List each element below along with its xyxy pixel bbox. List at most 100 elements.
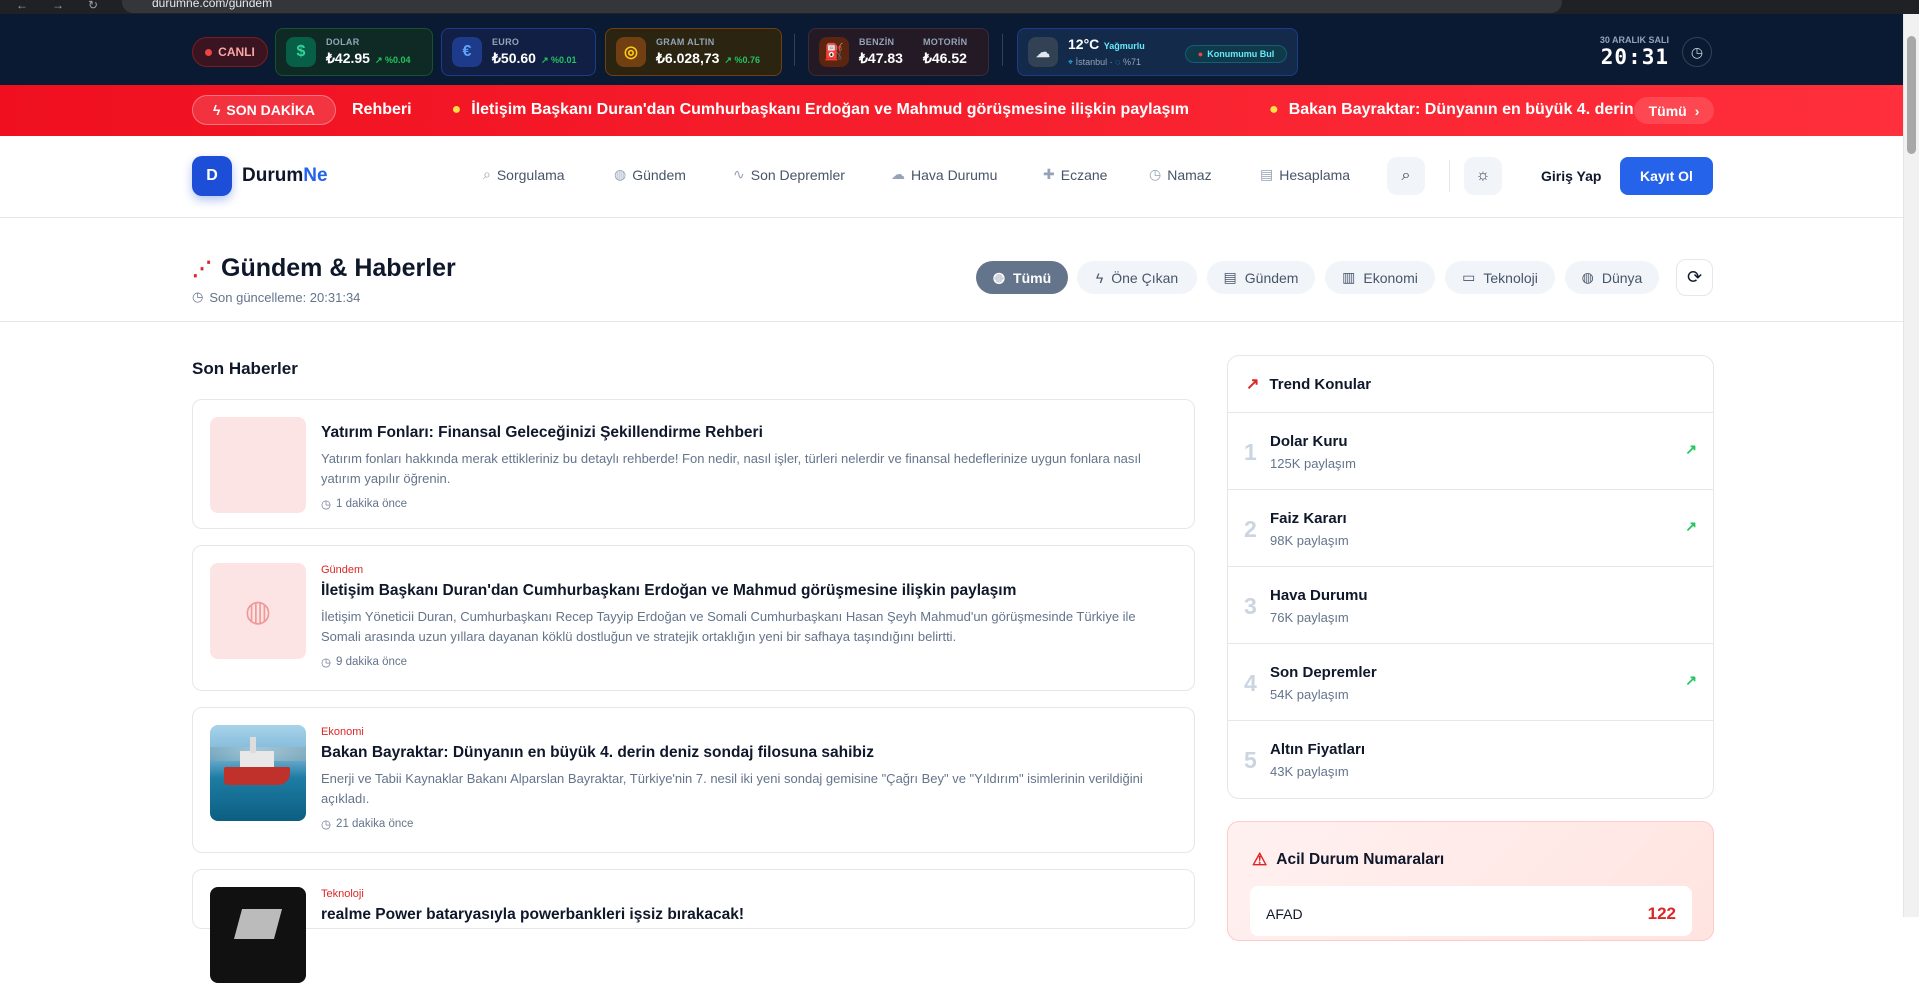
filter-label: Ekonomi [1363, 269, 1418, 286]
bullet-icon: ● [451, 101, 462, 118]
filter-label: Teknoloji [1483, 269, 1538, 286]
nav-label: Namaz [1167, 166, 1212, 183]
trend-name: Hava Durumu [1270, 587, 1368, 604]
live-label: CANLI [218, 45, 255, 59]
euro-card[interactable]: € EURO ₺50.60 ↗ %0.01 [441, 28, 596, 76]
refresh-button[interactable]: ⟳ [1676, 259, 1713, 296]
filter-ekonomi[interactable]: ▥ Ekonomi [1325, 261, 1435, 294]
filter-label: Öne Çıkan [1111, 269, 1179, 286]
weather-condition: Yağmurlu [1103, 41, 1145, 51]
address-text[interactable]: durumne.com/gundem [152, 0, 272, 10]
signup-button[interactable]: Kayıt Ol [1620, 157, 1713, 195]
locate-me-button[interactable]: ● Konumumu Bul [1185, 45, 1287, 63]
motorin-value: ₺46.52 [922, 50, 967, 66]
pin-icon: ● [1197, 49, 1204, 59]
trend-rank: 5 [1244, 747, 1257, 773]
filter-teknoloji[interactable]: ▭ Teknoloji [1445, 261, 1555, 294]
dolar-card[interactable]: $ DOLAR ₺42.95 ↗ %0.04 [275, 28, 433, 76]
euro-label: EURO [492, 37, 520, 47]
clock-icon[interactable]: ◷ [1682, 37, 1712, 67]
emergency-label: AFAD [1266, 906, 1303, 922]
nav-hava-durumu[interactable]: ☁ Hava Durumu [891, 166, 997, 183]
trend-shares: 125K paylaşım [1270, 456, 1356, 471]
euro-icon: € [452, 37, 482, 67]
back-icon[interactable]: ← [16, 0, 28, 12]
news-card[interactable]: Ekonomi Bakan Bayraktar: Dünyanın en büy… [192, 707, 1195, 853]
gold-card[interactable]: ◎ GRAM ALTIN ₺6.028,73 ↗ %0.76 [605, 28, 782, 76]
globe-icon: ◍ [244, 594, 272, 628]
nav-label: Sorgulama [496, 166, 565, 183]
nav-sorgulama[interactable]: ⌕ Sorgulama [483, 166, 565, 183]
news-title[interactable]: İletişim Başkanı Duran'dan Cumhurbaşkanı… [321, 582, 1178, 600]
globe-icon: ◍ [1581, 269, 1594, 285]
euro-value: ₺50.60 [492, 50, 536, 66]
activity-icon: ∿ [733, 166, 745, 182]
news-time: ◷ 9 dakika önce [321, 656, 408, 669]
trending-up-icon: ↗ [1685, 518, 1697, 534]
trend-name: Son Depremler [1270, 664, 1377, 681]
dollar-icon: $ [286, 37, 316, 67]
news-title[interactable]: Yatırım Fonları: Finansal Geleceğinizi Ş… [321, 424, 1178, 442]
locate-me-label: Konumumu Bul [1207, 49, 1275, 59]
nav-label: Eczane [1060, 166, 1108, 183]
nav-eczane[interactable]: ✚ Eczane [1043, 166, 1107, 183]
scrollbar-thumb[interactable] [1907, 36, 1916, 154]
news-card[interactable]: ◍ Gündem İletişim Başkanı Duran'dan Cumh… [192, 545, 1195, 691]
trend-row[interactable]: 1 Dolar Kuru 125K paylaşım ↗ [1228, 413, 1713, 490]
nav-namaz[interactable]: ◷ Namaz [1149, 166, 1212, 183]
phone-image [210, 887, 306, 983]
cloud-icon: ☁ [891, 166, 905, 182]
theme-toggle-button[interactable]: ☼ [1464, 157, 1502, 195]
header-search-button[interactable]: ⌕ [1387, 157, 1425, 195]
news-card[interactable]: Yatırım Fonları: Finansal Geleceğinizi Ş… [192, 399, 1195, 529]
browser-chrome: ← → ↻ durumne.com/gundem [0, 0, 1919, 14]
reload-icon[interactable]: ↻ [88, 0, 98, 12]
emergency-panel: ⚠ Acil Durum Numaraları AFAD 122 [1227, 821, 1714, 941]
cross-icon: ✚ [1043, 166, 1055, 182]
clock-icon: ◷ [321, 657, 332, 669]
trend-row[interactable]: 2 Faiz Kararı 98K paylaşım ↗ [1228, 490, 1713, 567]
address-bar[interactable]: durumne.com/gundem [122, 0, 1562, 13]
clock-icon: ◷ [192, 289, 204, 304]
trending-title: Trend Konular [1269, 375, 1372, 393]
clock-time: 20:31 [1600, 45, 1669, 69]
emergency-row[interactable]: AFAD 122 [1250, 886, 1692, 936]
site-logo[interactable]: D DurumNe [192, 156, 328, 196]
nav-hesaplama[interactable]: ▤ Hesaplama [1260, 166, 1350, 183]
nav-son-depremler[interactable]: ∿ Son Depremler [733, 166, 845, 183]
breaking-ticker[interactable]: Rehberi ● İletişim Başkanı Duran'dan Cumh… [352, 95, 1634, 125]
filter-tumu[interactable]: ◍ Tümü [976, 261, 1068, 294]
news-title[interactable]: Bakan Bayraktar: Dünyanın en büyük 4. de… [321, 744, 1178, 762]
news-desc: Yatırım fonları hakkında merak ettikleri… [321, 451, 1141, 486]
emergency-number[interactable]: 122 [1648, 904, 1676, 924]
forward-icon[interactable]: → [52, 0, 64, 12]
news-title[interactable]: realme Power bataryasıyla powerbankleri … [321, 906, 1178, 924]
trend-row[interactable]: 4 Son Depremler 54K paylaşım ↗ [1228, 644, 1713, 721]
trend-row[interactable]: 3 Hava Durumu 76K paylaşım [1228, 567, 1713, 644]
breaking-all-button[interactable]: Tümü › [1634, 97, 1714, 124]
trend-shares: 43K paylaşım [1270, 764, 1349, 779]
news-card[interactable]: Teknoloji realme Power bataryasıyla powe… [192, 869, 1195, 983]
trend-rank: 3 [1244, 593, 1257, 619]
nav-label: Hesaplama [1279, 166, 1351, 183]
topbar-divider [794, 34, 795, 66]
gold-change: ↗ %0.76 [724, 55, 760, 65]
filter-dunya[interactable]: ◍ Dünya [1565, 261, 1659, 294]
filter-gundem[interactable]: ▤ Gündem [1207, 261, 1315, 294]
topbar-divider [1002, 34, 1003, 66]
ticker-item[interactable]: ● İletişim Başkanı Duran'dan Cumhurbaşkan… [452, 101, 1229, 119]
zap-icon: ϟ [1095, 269, 1104, 286]
trend-row[interactable]: 5 Altın Fiyatları 43K paylaşım [1228, 721, 1713, 798]
fuel-card[interactable]: ⛽ BENZİN ₺47.83 MOTORİN ₺46.52 [808, 28, 989, 76]
page-title: Gündem & Haberler [221, 254, 456, 282]
nav-gundem[interactable]: ◍ Gündem [614, 166, 686, 183]
breaking-all-label: Tümü [1648, 102, 1687, 119]
filter-one-cikan[interactable]: ϟ Öne Çıkan [1077, 261, 1197, 294]
ticker-item[interactable]: Rehberi [352, 101, 412, 119]
alert-triangle-icon: ⚠ [1252, 850, 1268, 869]
clock-date: 30 ARALIK SALI [1599, 35, 1669, 45]
ticker-item[interactable]: ● Bakan Bayraktar: Dünyanın en büyük 4. d… [1269, 101, 1634, 119]
coins-icon: ◎ [616, 37, 646, 67]
login-link[interactable]: Giriş Yap [1541, 168, 1601, 184]
page-scrollbar[interactable] [1903, 14, 1919, 917]
